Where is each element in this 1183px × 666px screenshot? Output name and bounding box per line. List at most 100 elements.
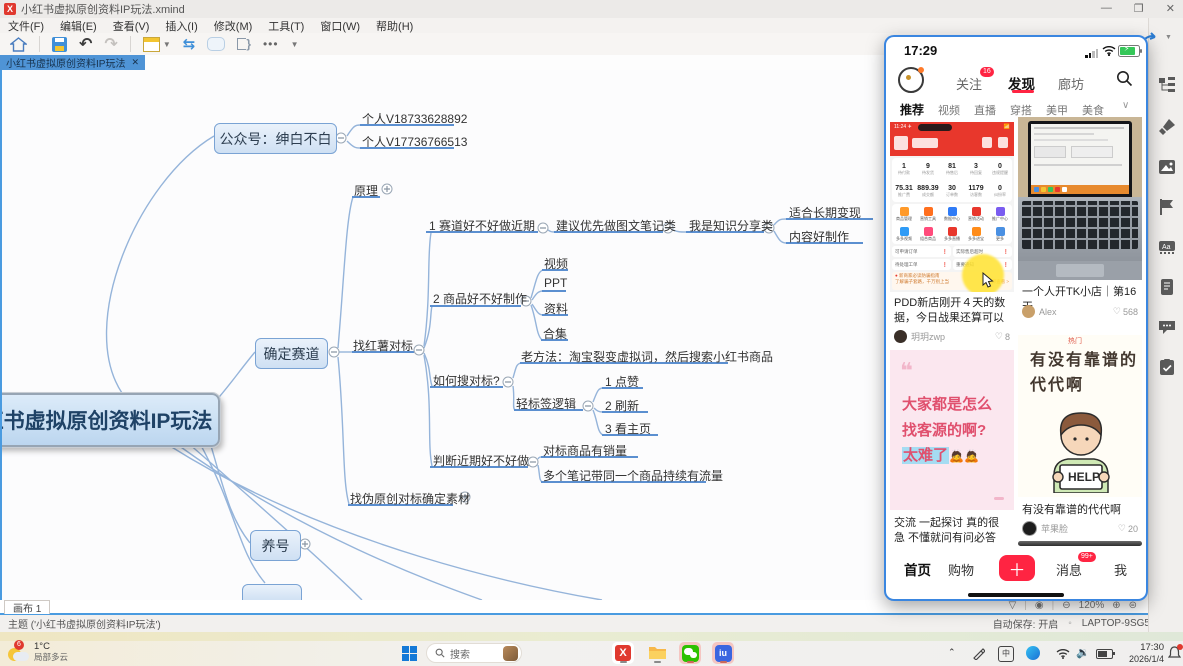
home-indicator[interactable] [968,593,1064,597]
card-author[interactable]: 苹果脸 [1041,522,1068,535]
mindmap-topic-c4[interactable]: 判断近期好不好做 [433,452,529,469]
menu-modify[interactable]: 修改(M) [214,18,253,34]
share-caret-icon[interactable]: ▼ [1165,34,1172,41]
undo-icon[interactable]: ↶ [79,34,92,54]
mindmap-topic-c3b[interactable]: 轻标签逻辑 [516,395,576,412]
mindmap-topic-c1b1[interactable]: 适合长期变现 [789,204,861,221]
filter-icon[interactable]: ▽ [1009,600,1017,611]
mindmap-topic-c2a[interactable]: 视频 [544,255,568,272]
mindmap-topic-c2b[interactable]: PPT [544,276,567,290]
avatar[interactable] [1022,521,1037,536]
mindmap-topic-c3[interactable]: 如何搜对标? [433,372,500,389]
pitch-mode-icon[interactable]: ◉ [1035,600,1044,611]
tab-close-icon[interactable]: ✕ [131,57,139,68]
mindmap-topic-c1[interactable]: 1 赛道好不好做近期 [429,217,535,234]
menu-edit[interactable]: 编辑(E) [60,18,97,34]
video-progress-bar[interactable] [1018,541,1142,546]
phone-mirror-window[interactable]: 17:29 ⚡ 关注 16 发现 廊坊 推荐 视频 直播 穿搭 美甲 美食 ∨ … [884,35,1148,601]
tray-wifi-icon[interactable] [1056,648,1070,659]
tray-battery-icon[interactable] [1096,649,1113,659]
mindmap-topic-c4a[interactable]: 对标商品有销量 [543,442,627,459]
nav-create-button[interactable]: ＋ [999,555,1035,581]
nav-me[interactable]: 我 [1114,560,1127,579]
category-food[interactable]: 美食 [1082,102,1104,118]
mindmap-topic-zhaowei[interactable]: 找伪原创对标确定素材 [350,490,470,507]
format-brush-icon[interactable] [1158,118,1176,136]
taskbar-weather-widget[interactable]: 6 1°C 局部多云 [6,642,68,662]
category-live[interactable]: 直播 [974,102,996,118]
mindmap-topic-v2[interactable]: 个人V17736766513 [362,133,467,150]
mindmap-topic-saidao[interactable]: 确定赛道 [255,338,328,369]
tray-clock[interactable]: 17:30 2026/1/4 [1118,643,1164,664]
feed-card-pdd[interactable]: 11:24 ✈ 📶 1待付款 9待发货 81待售后 3待回复 0违规提醒 75.… [890,122,1014,347]
avatar[interactable] [1022,305,1035,318]
toolbar-caret-icon[interactable]: ▼ [291,40,299,49]
feed-card-kehuyuan[interactable]: ❝ 大家都是怎么 找客源的啊? 太难了🙇🙇 交流 一起探讨 真的很急 不懂就问有… [890,350,1014,554]
more-icon[interactable]: ••• [263,37,279,51]
category-nail[interactable]: 美甲 [1046,102,1068,118]
nav-messages[interactable]: 消息 [1056,560,1082,579]
tray-notification-icon[interactable] [1168,646,1181,665]
sheet-style-button[interactable]: ▼ [143,37,171,52]
mindmap-topic-c3b1[interactable]: 1 点赞 [605,373,639,390]
taskbar-explorer-icon[interactable] [646,642,668,664]
menu-insert[interactable]: 插入(I) [165,18,197,34]
tray-volume-icon[interactable]: 🔉 [1076,646,1090,659]
zoom-in-icon[interactable]: ⊕ [1112,600,1120,611]
mindmap-topic-c1b2[interactable]: 内容好制作 [789,228,849,245]
taskbar-search-box[interactable]: 搜索 [426,643,522,663]
mindmap-topic-cutoff[interactable] [242,584,302,600]
boundary-icon[interactable] [207,37,225,51]
tab-follow[interactable]: 关注 [956,74,982,93]
card-author[interactable]: Alex [1039,307,1057,317]
mindmap-topic-c2c[interactable]: 资料 [544,300,568,317]
card-title[interactable]: PDD新店刚开４天的数据，今日战果还算可以 [894,296,1010,326]
label-icon[interactable]: Aa [1158,238,1176,256]
minimize-button[interactable]: — [1101,2,1112,15]
menu-window[interactable]: 窗口(W) [320,18,360,34]
mindmap-root-topic[interactable]: 小红书虚拟原创资料IP玩法 [0,393,220,447]
category-video[interactable]: 视频 [938,102,960,118]
taskbar-iu-app-icon[interactable]: iu [712,642,734,664]
category-outfit[interactable]: 穿搭 [1010,102,1032,118]
marker-flag-icon[interactable] [1158,198,1176,216]
mindmap-topic-c1b[interactable]: 我是知识分享类 [689,217,773,234]
like-icon[interactable]: ♡ [1113,306,1121,317]
menu-view[interactable]: 查看(V) [113,18,150,34]
live-avatar-icon[interactable] [898,67,924,93]
fit-window-icon[interactable]: ⊜ [1129,600,1137,611]
mindmap-topic-yuanli[interactable]: 原理 [354,182,378,199]
mindmap-topic-c2[interactable]: 2 商品好不好制作 [433,290,527,307]
relationship-icon[interactable]: ⇆ [183,35,196,53]
windows-start-button[interactable] [402,646,417,661]
nav-shop[interactable]: 购物 [948,560,974,579]
zoom-level[interactable]: 120% [1079,600,1105,611]
menu-file[interactable]: 文件(F) [8,18,44,34]
menu-tools[interactable]: 工具(T) [268,18,304,34]
home-icon[interactable] [10,37,27,52]
card-author[interactable]: 玥玥zwp [911,330,945,343]
task-clipboard-icon[interactable] [1158,358,1176,376]
close-button[interactable]: ✕ [1166,2,1175,15]
notes-icon[interactable] [1158,278,1176,296]
tray-expand-chevron-icon[interactable]: ⌃ [948,647,956,658]
save-icon[interactable] [52,37,67,52]
mindmap-topic-c3a[interactable]: 老方法：淘宝裂变虚拟词，然后搜索小红书商品 [521,348,773,365]
mindmap-topic-v1[interactable]: 个人V18733628892 [362,110,467,127]
card-title[interactable]: 有没有靠谱的代代啊 [1022,503,1138,518]
redo-icon[interactable]: ↷ [104,34,117,54]
mindmap-topic-c1a[interactable]: 建议优先做图文笔记类 [556,217,676,234]
mindmap-topic-c2d[interactable]: 合集 [543,325,567,342]
image-icon[interactable] [1158,158,1176,176]
comment-icon[interactable] [1158,318,1176,336]
document-tab[interactable]: 小红书虚拟原创资料IP玩法 ✕ [0,55,145,70]
avatar[interactable] [894,330,907,343]
like-icon[interactable]: ♡ [995,331,1003,342]
taskbar-wechat-icon[interactable] [679,642,701,664]
mindmap-topic-c3b3[interactable]: 3 看主页 [605,420,651,437]
like-icon[interactable]: ♡ [1118,523,1126,534]
category-recommend[interactable]: 推荐 [900,101,924,118]
mindmap-topic-c3b2[interactable]: 2 刷新 [605,397,639,414]
taskbar-xmind-icon[interactable]: X [612,642,634,664]
nav-home[interactable]: 首页 [904,559,931,579]
